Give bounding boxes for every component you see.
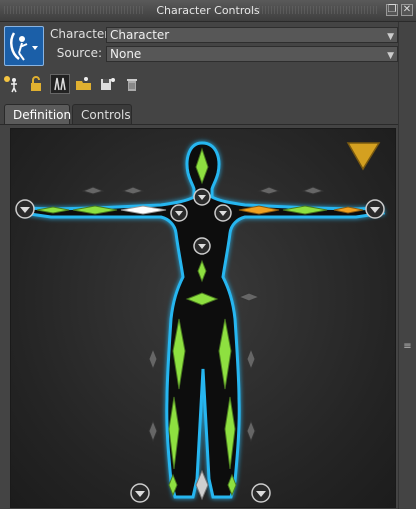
lock-icon[interactable] xyxy=(26,74,46,94)
float-window-icon[interactable]: ❐ xyxy=(386,4,398,16)
mirror-icon[interactable] xyxy=(50,74,70,94)
source-label: Source: xyxy=(56,46,102,60)
humanik-logo-icon xyxy=(10,32,38,61)
chevron-down-icon: ▼ xyxy=(387,51,394,61)
view-options-triangle-icon[interactable] xyxy=(346,142,381,171)
left-arm-bones xyxy=(36,205,167,215)
tab-bar: Definition Controls xyxy=(0,102,416,125)
hips-effector-button xyxy=(193,237,211,255)
window-title: Character Controls xyxy=(156,4,260,17)
left-foot-effector-button xyxy=(130,483,150,503)
create-character-icon[interactable] xyxy=(2,74,22,94)
source-dropdown-value: None xyxy=(110,47,142,61)
trash-icon[interactable] xyxy=(122,74,142,94)
right-hand-effector-button xyxy=(365,199,385,219)
window-titlebar: Character Controls ❐ ✕ xyxy=(0,0,416,22)
character-skeleton xyxy=(15,141,386,503)
character-definition-viewport[interactable] xyxy=(10,128,396,508)
character-dropdown[interactable]: Character ▼ xyxy=(106,27,398,43)
left-forearm-effector-button xyxy=(170,204,188,222)
tab-controls[interactable]: Controls xyxy=(72,104,132,124)
character-menu-button[interactable] xyxy=(4,26,44,66)
left-hand-effector-button xyxy=(15,199,35,219)
chest-effector-button xyxy=(214,204,232,222)
right-foot-effector-button xyxy=(251,483,271,503)
open-folder-icon[interactable] xyxy=(74,74,94,94)
neck-effector-button xyxy=(193,188,211,206)
tab-definition[interactable]: Definition xyxy=(4,104,71,124)
scroll-grip-icon[interactable]: ≡ xyxy=(403,340,412,354)
character-dropdown-value: Character xyxy=(110,28,170,42)
character-label: Character: xyxy=(50,27,114,41)
close-icon[interactable]: ✕ xyxy=(401,4,413,16)
save-icon[interactable] xyxy=(98,74,118,94)
chevron-down-icon: ▼ xyxy=(387,32,394,42)
source-dropdown[interactable]: None ▼ xyxy=(106,46,398,62)
panel-scrollbar[interactable]: ≡ xyxy=(398,22,416,509)
